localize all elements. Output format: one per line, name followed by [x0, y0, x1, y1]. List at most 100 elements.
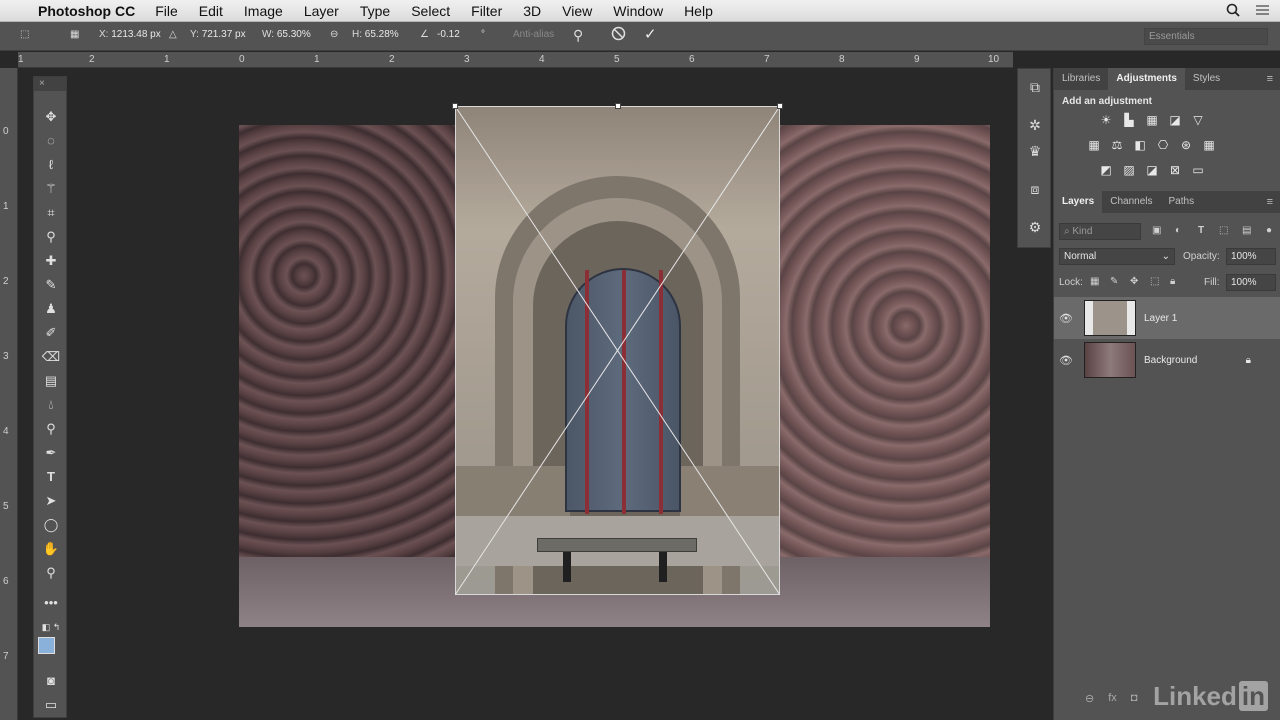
- levels-icon[interactable]: ▙: [1121, 112, 1137, 128]
- lasso-tool-icon[interactable]: ℓ: [40, 155, 62, 175]
- color-balance-icon[interactable]: ⚖: [1109, 137, 1125, 153]
- anti-alias-checkbox[interactable]: Anti-alias: [513, 29, 554, 40]
- menu-3d[interactable]: 3D: [523, 3, 541, 19]
- blend-mode-select[interactable]: Normal ⌄: [1059, 248, 1175, 265]
- exposure-icon[interactable]: ◪: [1167, 112, 1183, 128]
- menu-app-name[interactable]: Photoshop CC: [38, 3, 135, 19]
- default-colors-icon[interactable]: ◧ ↰: [40, 617, 62, 637]
- layer-style-icon[interactable]: fx: [1108, 692, 1117, 705]
- panel-menu-icon[interactable]: ≡: [1267, 68, 1273, 90]
- blur-tool-icon[interactable]: 💧︎: [40, 395, 62, 415]
- layer-row-background[interactable]: 👁︎ Background 🔒︎: [1054, 339, 1280, 381]
- history-panel-icon[interactable]: ⧉: [1025, 77, 1045, 97]
- add-mask-icon[interactable]: ◘: [1131, 692, 1138, 705]
- transform-handle-top-right[interactable]: [777, 103, 783, 109]
- transform-handle-top[interactable]: [615, 103, 621, 109]
- lock-all-icon[interactable]: 🔒︎: [1170, 276, 1175, 287]
- zoom-tool-icon[interactable]: ⚲: [40, 563, 62, 583]
- eraser-tool-icon[interactable]: ⌫: [40, 347, 62, 367]
- screen-mode-icon[interactable]: ▭: [40, 695, 62, 715]
- commit-transform-button[interactable]: ✓: [644, 25, 657, 43]
- filter-toggle[interactable]: ●: [1266, 225, 1272, 236]
- tab-channels[interactable]: Channels: [1102, 191, 1160, 213]
- filter-shape-icon[interactable]: ⬚: [1219, 225, 1228, 236]
- color-lookup-icon[interactable]: ▦: [1201, 137, 1217, 153]
- path-selection-tool-icon[interactable]: ➤: [40, 491, 62, 511]
- dodge-tool-icon[interactable]: ⚲: [40, 419, 62, 439]
- photo-filter-icon[interactable]: ⎔: [1155, 137, 1171, 153]
- posterize-icon[interactable]: ▨: [1121, 162, 1137, 178]
- clone-source-icon[interactable]: ⧈: [1025, 179, 1045, 199]
- vibrance-icon[interactable]: ▽: [1190, 112, 1206, 128]
- notification-list-icon[interactable]: [1254, 3, 1270, 20]
- more-tools-icon[interactable]: •••: [40, 593, 62, 613]
- link-layers-icon[interactable]: ⊖: [1085, 692, 1094, 705]
- reference-point-icon[interactable]: ▦: [70, 29, 79, 40]
- width-field[interactable]: W: 65.30%: [262, 29, 311, 40]
- layer-name[interactable]: Background: [1144, 355, 1197, 366]
- menu-window[interactable]: Window: [613, 3, 663, 19]
- gradient-tool-icon[interactable]: ▤: [40, 371, 62, 391]
- healing-brush-tool-icon[interactable]: ✚: [40, 251, 62, 271]
- ruler-vertical[interactable]: 0 1 2 3 4 5 6 7: [0, 68, 18, 720]
- tools-panel-header[interactable]: ×: [34, 77, 66, 91]
- filter-type-icon[interactable]: T: [1198, 225, 1204, 236]
- ruler-horizontal[interactable]: 1 2 1 0 1 2 3 4 5 6 7 8 9 10: [18, 52, 1013, 68]
- eyedropper-tool-icon[interactable]: ⚲: [40, 227, 62, 247]
- layers-panel-menu-icon[interactable]: ≡: [1267, 191, 1273, 213]
- layer-filter-kind[interactable]: ⌕ Kind: [1059, 223, 1141, 240]
- properties-icon[interactable]: ⚙: [1025, 217, 1045, 237]
- menu-edit[interactable]: Edit: [199, 3, 223, 19]
- layer-name[interactable]: Layer 1: [1144, 313, 1177, 324]
- fill-field[interactable]: 100%: [1226, 274, 1276, 291]
- tab-layers[interactable]: Layers: [1054, 191, 1103, 213]
- black-white-icon[interactable]: ◧: [1132, 137, 1148, 153]
- tab-libraries[interactable]: Libraries: [1054, 68, 1108, 90]
- brush-settings-icon[interactable]: ✲: [1025, 115, 1045, 135]
- brightness-contrast-icon[interactable]: ☀: [1098, 112, 1114, 128]
- menu-layer[interactable]: Layer: [304, 3, 339, 19]
- brush-presets-icon[interactable]: ♛: [1025, 141, 1045, 161]
- channel-mixer-icon[interactable]: ⊛: [1178, 137, 1194, 153]
- layer-row-layer1[interactable]: 👁︎ Layer 1: [1054, 297, 1280, 339]
- hand-tool-icon[interactable]: ✋: [40, 539, 62, 559]
- tab-adjustments[interactable]: Adjustments: [1108, 68, 1185, 90]
- visibility-eye-icon[interactable]: 👁︎: [1054, 354, 1078, 367]
- history-brush-tool-icon[interactable]: ✐: [40, 323, 62, 343]
- ellipse-tool-icon[interactable]: ◯: [40, 515, 62, 535]
- cancel-transform-button[interactable]: [611, 26, 626, 44]
- lock-transparent-icon[interactable]: ▦: [1090, 276, 1099, 287]
- menu-view[interactable]: View: [562, 3, 592, 19]
- lock-position-icon[interactable]: ✥: [1130, 276, 1138, 287]
- hue-saturation-icon[interactable]: ▦: [1086, 137, 1102, 153]
- free-transform-box[interactable]: [452, 103, 783, 595]
- curves-icon[interactable]: ▦: [1144, 112, 1160, 128]
- tab-styles[interactable]: Styles: [1185, 68, 1228, 90]
- clone-stamp-tool-icon[interactable]: ♟: [40, 299, 62, 319]
- filter-smart-object-icon[interactable]: ▤: [1242, 225, 1251, 236]
- menu-select[interactable]: Select: [411, 3, 450, 19]
- height-field[interactable]: H: 65.28%: [352, 29, 399, 40]
- type-tool-icon[interactable]: T: [40, 467, 62, 487]
- menu-image[interactable]: Image: [244, 3, 283, 19]
- invert-icon[interactable]: ◩: [1098, 162, 1114, 178]
- visibility-eye-icon[interactable]: 👁︎: [1054, 312, 1078, 325]
- transform-tool-preset-icon[interactable]: ⬚: [20, 29, 29, 40]
- opacity-field[interactable]: 100%: [1226, 248, 1276, 265]
- spotlight-search-icon[interactable]: [1226, 3, 1240, 20]
- brush-tool-icon[interactable]: ✎: [40, 275, 62, 295]
- workspace-switcher[interactable]: Essentials: [1144, 28, 1268, 45]
- y-field[interactable]: Y: 721.37 px: [190, 29, 246, 40]
- menu-filter[interactable]: Filter: [471, 3, 502, 19]
- menu-help[interactable]: Help: [684, 3, 713, 19]
- x-field[interactable]: X: 1213.48 px: [99, 29, 161, 40]
- angle-field[interactable]: -0.12: [437, 29, 460, 40]
- filter-adjustment-icon[interactable]: ◐: [1175, 225, 1181, 236]
- crop-tool-icon[interactable]: ⌗: [40, 203, 62, 223]
- move-tool-icon[interactable]: ✥: [40, 107, 62, 127]
- marquee-tool-icon[interactable]: ◌: [40, 131, 62, 151]
- warp-icon[interactable]: ⚲: [573, 27, 583, 44]
- transform-handle-top-left[interactable]: [452, 103, 458, 109]
- lock-artboard-icon[interactable]: ⬚: [1150, 276, 1159, 287]
- quick-mask-icon[interactable]: ◙: [40, 671, 62, 691]
